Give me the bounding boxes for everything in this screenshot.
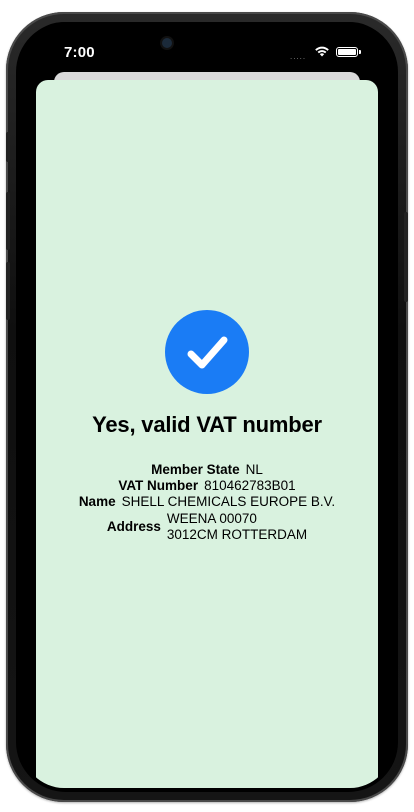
checkmark-circle-icon <box>165 310 249 394</box>
wifi-icon <box>314 44 330 58</box>
address-line-2: 3012CM ROTTERDAM <box>166 527 308 542</box>
name-row: Name SHELL CHEMICALS EUROPE B.V. <box>36 494 378 510</box>
address-line-1: WEENA 00070 <box>166 511 257 526</box>
result-sheet: Yes, valid VAT number Member State NL VA… <box>36 80 378 788</box>
name-value: SHELL CHEMICALS EUROPE B.V. <box>121 494 336 509</box>
vat-number-label: VAT Number <box>118 478 199 493</box>
address-value: WEENA 00070 3012CM ROTTERDAM <box>167 511 307 543</box>
vat-number-row: VAT Number 810462783B01 <box>36 478 378 494</box>
volume-down-button <box>6 262 10 320</box>
name-label: Name <box>78 494 116 509</box>
volume-up-button <box>6 192 10 250</box>
address-label: Address <box>106 519 161 534</box>
screen: 7:00 ..... Yes, valid VAT number Member … <box>22 22 392 788</box>
vat-number-value: 810462783B01 <box>204 478 296 493</box>
status-time: 7:00 <box>64 44 95 61</box>
result-title: Yes, valid VAT number <box>92 412 322 437</box>
power-button <box>404 212 408 302</box>
address-row: Address WEENA 00070 3012CM ROTTERDAM <box>36 511 378 543</box>
member-state-label: Member State <box>151 462 240 477</box>
status-bar: 7:00 ..... <box>22 22 392 70</box>
member-state-row: Member State NL <box>36 462 378 478</box>
cellular-signal-icon: ..... <box>290 52 307 61</box>
silent-switch <box>6 132 10 162</box>
front-camera <box>162 38 172 48</box>
battery-icon <box>336 47 361 57</box>
vat-details: Member State NL VAT Number 810462783B01 … <box>36 462 378 543</box>
member-state-value: NL <box>245 462 263 477</box>
